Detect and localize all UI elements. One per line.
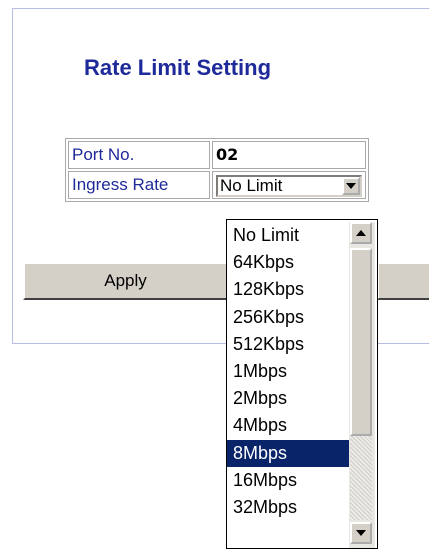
scrollbar-thumb[interactable]: [350, 248, 372, 436]
dropdown-option[interactable]: No Limit: [227, 222, 349, 249]
port-row: Port No. 02: [68, 141, 366, 169]
select-dropdown-button[interactable]: [342, 176, 360, 195]
scroll-down-arrow-icon: [356, 530, 366, 536]
ingress-rate-select[interactable]: No Limit: [216, 174, 362, 197]
rate-limit-form: Port No. 02 Ingress Rate No Limit: [65, 138, 369, 202]
scroll-up-button[interactable]: [350, 222, 372, 244]
ingress-rate-selected-value: No Limit: [220, 175, 283, 195]
scrollbar-track[interactable]: [350, 436, 372, 520]
apply-button[interactable]: Apply: [23, 262, 228, 300]
dropdown-option[interactable]: 256Kbps: [227, 304, 349, 331]
dropdown-option[interactable]: 2Mbps: [227, 385, 349, 412]
dropdown-option[interactable]: 8Mbps: [227, 439, 349, 467]
dropdown-options: No Limit 64Kbps 128Kbps 256Kbps 512Kbps 1Mbps…: [227, 222, 349, 521]
chevron-down-icon: [346, 182, 356, 189]
port-value: 02: [216, 145, 239, 164]
dropdown-option[interactable]: 512Kbps: [227, 331, 349, 358]
dropdown-option[interactable]: 64Kbps: [227, 249, 349, 276]
ingress-rate-label: Ingress Rate: [68, 171, 210, 199]
dropdown-option[interactable]: 32Mbps: [227, 494, 349, 521]
ingress-row: Ingress Rate No Limit: [68, 171, 366, 199]
scroll-up-arrow-icon: [356, 230, 366, 236]
dropdown-option[interactable]: 16Mbps: [227, 467, 349, 494]
dropdown-scrollbar[interactable]: [349, 222, 375, 548]
port-label: Port No.: [68, 141, 210, 169]
secondary-button[interactable]: [377, 262, 429, 300]
dropdown-option[interactable]: 1Mbps: [227, 358, 349, 385]
ingress-rate-cell: No Limit: [212, 171, 366, 199]
ingress-rate-dropdown-list: No Limit 64Kbps 128Kbps 256Kbps 512Kbps 1Mbps…: [226, 219, 378, 549]
port-value-cell: 02: [212, 141, 366, 169]
dropdown-option[interactable]: 128Kbps: [227, 276, 349, 303]
page-title: Rate Limit Setting: [84, 55, 272, 80]
dropdown-option[interactable]: 4Mbps: [227, 412, 349, 439]
scroll-down-button[interactable]: [350, 522, 372, 544]
